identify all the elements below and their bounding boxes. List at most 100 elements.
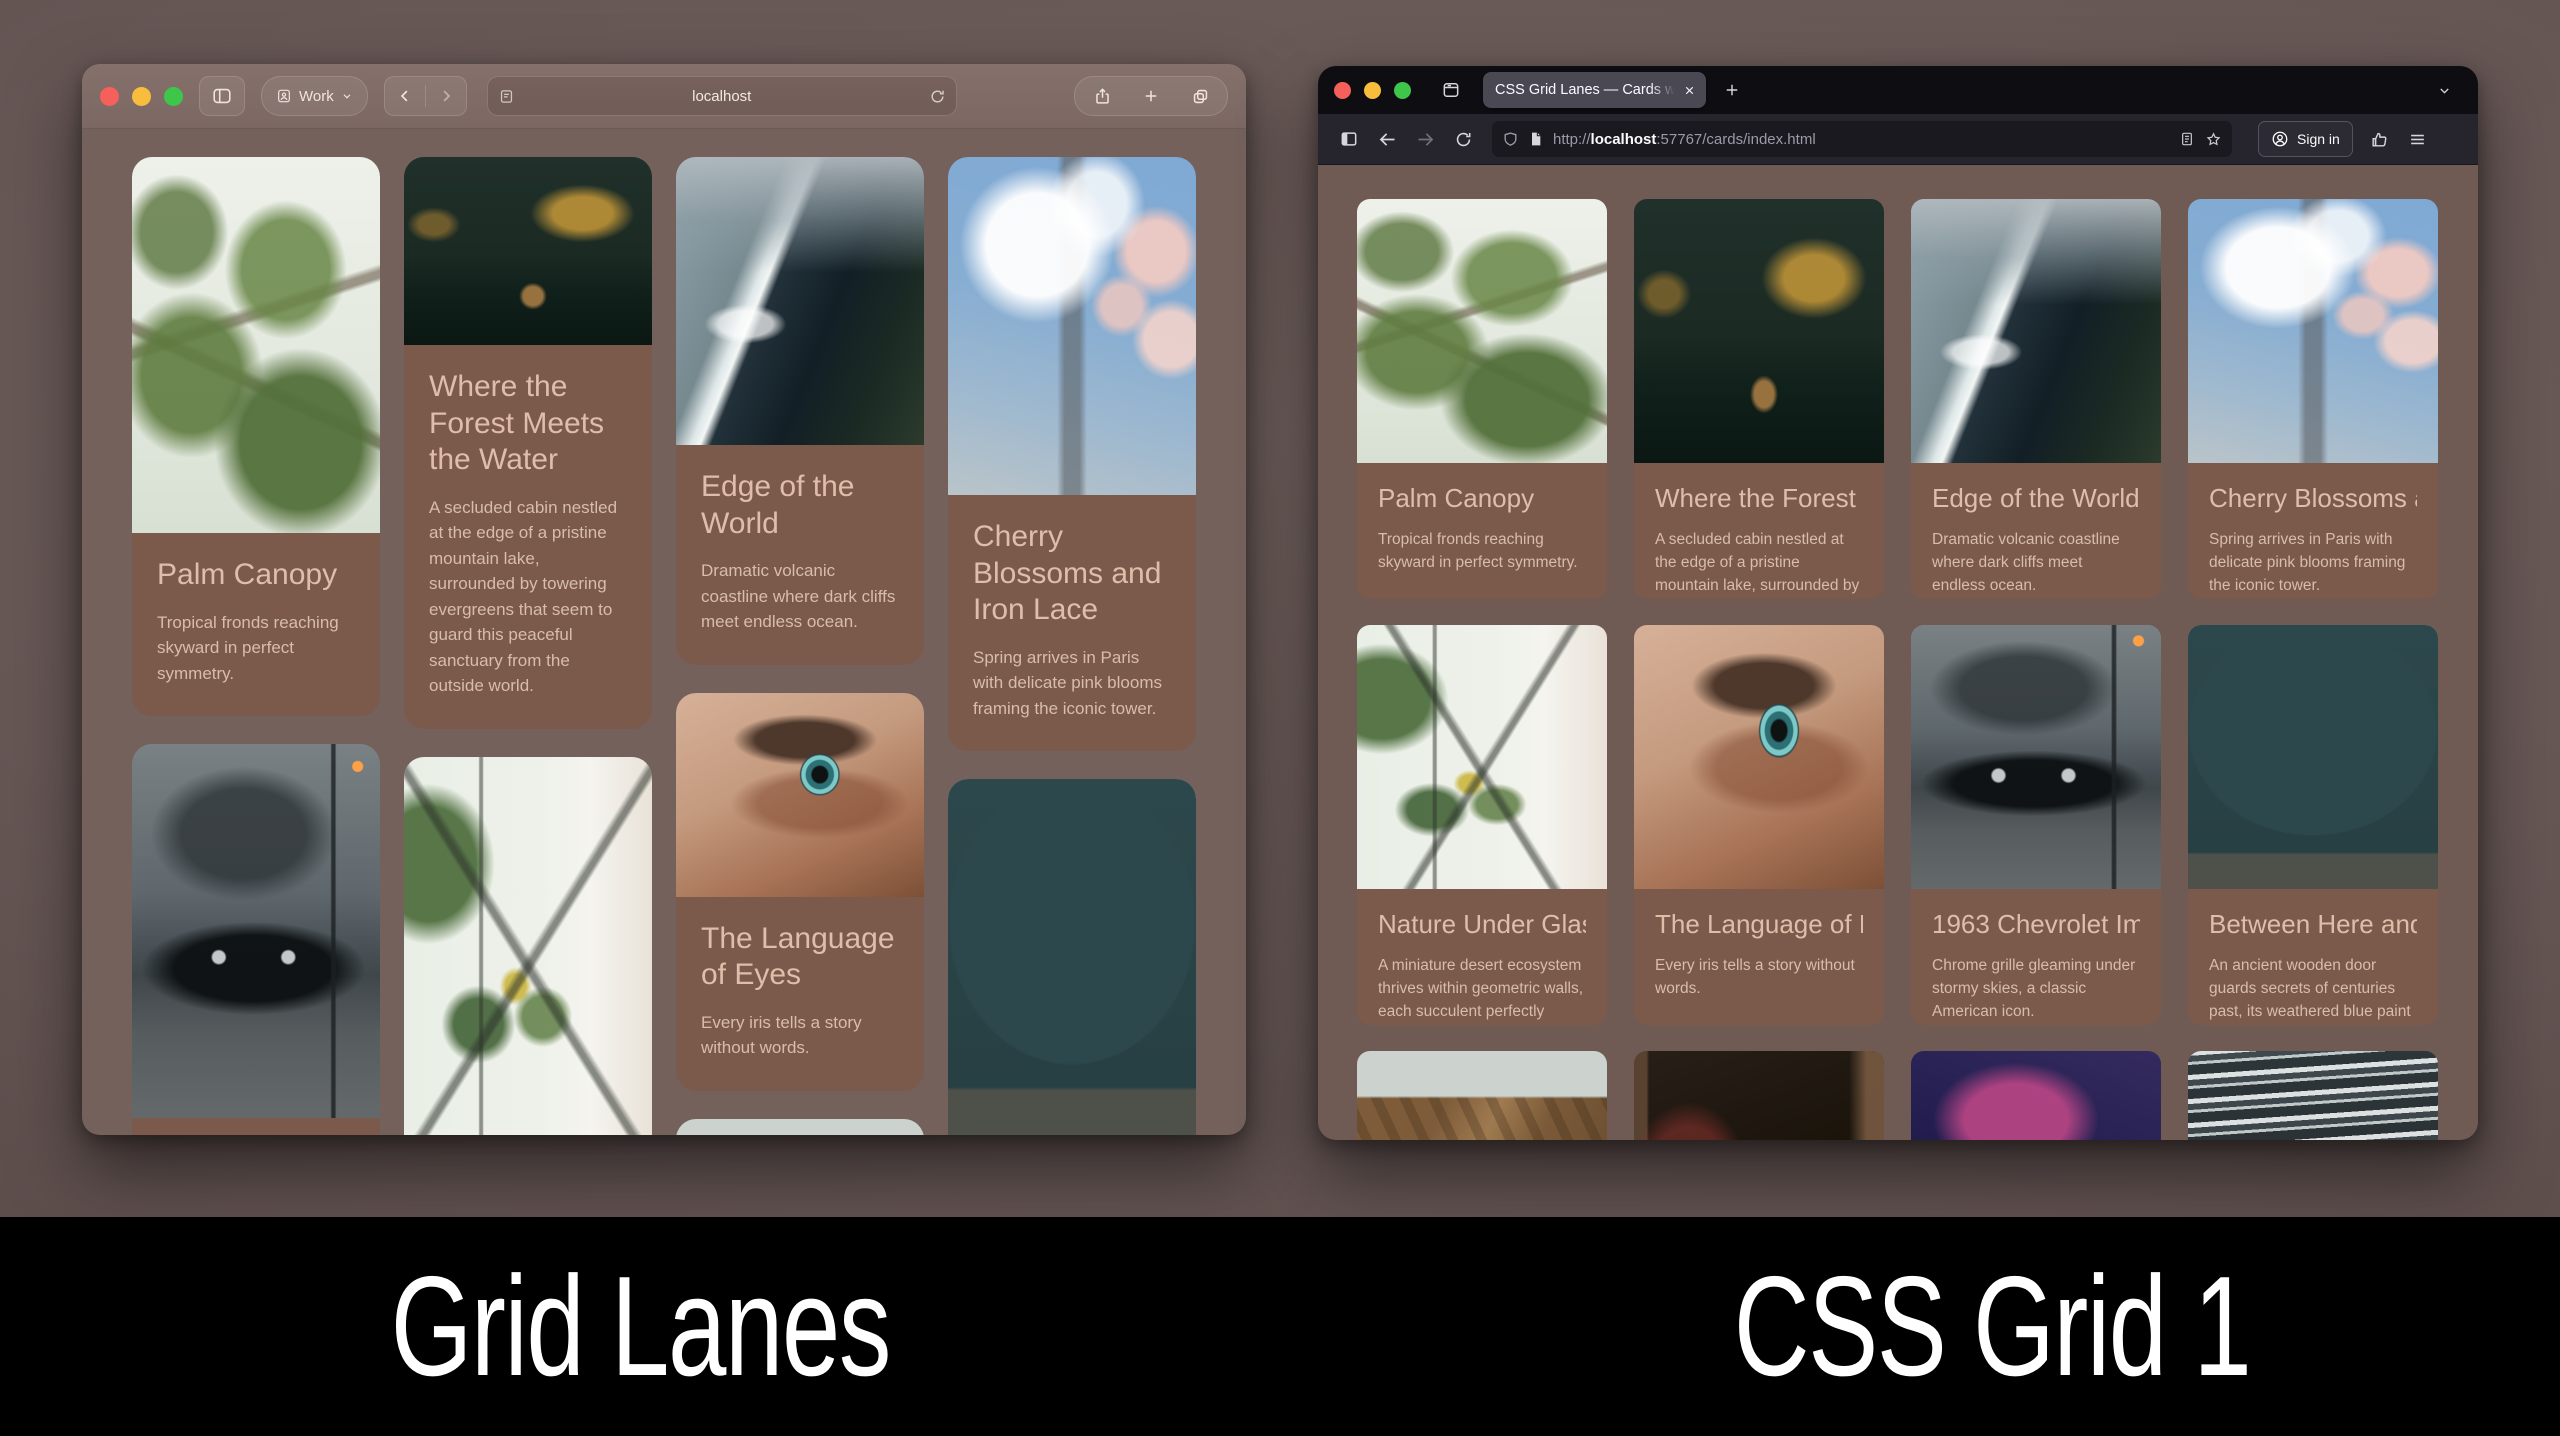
url-text: http://localhost:57767/cards/index.html (1553, 131, 2170, 148)
waterfall-photo (2188, 1051, 2438, 1140)
url-scheme: http:// (1553, 131, 1591, 148)
card-description: A secluded cabin nestled at the edge of … (1655, 529, 1863, 599)
eiffel-photo (948, 157, 1196, 495)
masonry-column: Palm Canopy Tropical fronds reaching sky… (132, 157, 380, 1135)
card-palm-canopy[interactable]: Palm Canopy Tropical fronds reaching sky… (1357, 199, 1607, 599)
zoom-window-button[interactable] (1394, 82, 1411, 99)
card-cherry-blossoms[interactable]: Cherry Blossoms a... Spring arrives in P… (2188, 199, 2438, 599)
shield-icon[interactable] (1502, 131, 1519, 148)
caption-grid-lanes: Grid Lanes (0, 1217, 1280, 1436)
sidebar-toggle-button[interactable] (1330, 122, 1368, 156)
reload-button[interactable] (1444, 122, 1482, 156)
sign-in-label: Sign in (2297, 131, 2340, 147)
card-description: Dramatic volcanic coastline where dark c… (701, 558, 899, 635)
account-icon (2271, 130, 2289, 148)
card-description: Spring arrives in Paris with delicate pi… (2209, 529, 2417, 598)
canyon-photo (1357, 1051, 1607, 1140)
masonry-column: Cherry Blossoms and Iron Lace Spring arr… (948, 157, 1196, 1135)
card-dog[interactable] (1634, 1051, 1884, 1140)
minimize-window-button[interactable] (1364, 82, 1381, 99)
eye-photo (1634, 625, 1884, 889)
card-edge-of-world[interactable]: Edge of the World Dramatic volcanic coas… (676, 157, 924, 665)
card-title: Cherry Blossoms a... (2209, 483, 2417, 515)
card-title: Cherry Blossoms and Iron Lace (973, 519, 1171, 629)
new-tab-button[interactable] (1130, 77, 1172, 115)
navigation-buttons (384, 76, 467, 116)
active-tab[interactable]: CSS Grid Lanes — Cards with fallba (1483, 72, 1706, 108)
new-tab-plus-icon (1142, 87, 1160, 105)
card-description: A secluded cabin nestled at the edge of … (429, 495, 627, 699)
card-between-here-and[interactable]: Between Here and ... An ancient wooden d… (2188, 625, 2438, 1025)
card-canyon[interactable] (1357, 1051, 1607, 1140)
page-info-icon[interactable] (1528, 131, 1544, 147)
door-photo (2188, 625, 2438, 889)
close-window-button[interactable] (1334, 82, 1351, 99)
bookmark-star-icon[interactable] (2205, 131, 2222, 148)
profile-button[interactable]: Work (261, 76, 368, 116)
firefox-view-button[interactable] (1433, 74, 1469, 106)
page-format-icon[interactable] (498, 88, 515, 105)
close-icon[interactable] (1683, 84, 1696, 97)
card-language-of-eyes[interactable]: The Language of Eyes Every iris tells a … (676, 693, 924, 1091)
safari-window: Work (82, 64, 1246, 1135)
firefox-window: CSS Grid Lanes — Cards with fallba (1318, 66, 2478, 1140)
card-cherry-blossoms[interactable]: Cherry Blossoms and Iron Lace Spring arr… (948, 157, 1196, 751)
card-chevrolet-impala[interactable]: 1963 Chevrolet Im... Chrome grille gleam… (1911, 625, 2161, 1025)
forward-icon (437, 87, 455, 105)
terrarium-photo (404, 757, 652, 1135)
caption-css-grid-1: CSS Grid 1 (1352, 1217, 2560, 1436)
close-window-button[interactable] (100, 87, 119, 106)
card-waterfall[interactable] (2188, 1051, 2438, 1140)
address-bar[interactable]: localhost (487, 76, 957, 116)
address-bar[interactable]: http://localhost:57767/cards/index.html (1492, 121, 2232, 157)
tab-title: CSS Grid Lanes — Cards with fallba (1495, 82, 1675, 98)
card-description: Every iris tells a story without words. (701, 1010, 899, 1061)
coastline-photo (676, 157, 924, 445)
url-path: :57767/cards/index.html (1656, 131, 1815, 148)
list-all-tabs-chevron-icon (2437, 83, 2452, 98)
forest-cabin-photo (1634, 199, 1884, 463)
door-photo (948, 779, 1196, 1135)
caption-bar: Grid Lanes CSS Grid 1 (0, 1217, 2560, 1436)
list-all-tabs-button[interactable] (2426, 74, 2462, 106)
sidebar-toggle-button[interactable] (199, 76, 245, 116)
back-button[interactable] (1368, 122, 1406, 156)
card-between-here-and[interactable]: Between Here and (948, 779, 1196, 1135)
menu-button[interactable] (2399, 122, 2437, 156)
card-palm-canopy[interactable]: Palm Canopy Tropical fronds reaching sky… (132, 157, 380, 716)
forward-button[interactable] (1406, 122, 1444, 156)
sign-in-button[interactable]: Sign in (2258, 121, 2353, 157)
card-description: Tropical fronds reaching skyward in perf… (157, 610, 355, 687)
card-canyon[interactable] (676, 1119, 924, 1135)
card-title: Where the Forest ... (1655, 483, 1863, 515)
card-title: Between Here and ... (2209, 909, 2417, 941)
palm-photo (132, 157, 380, 533)
card-forest-water[interactable]: Where the Forest ... A secluded cabin ne… (1634, 199, 1884, 599)
card-edge-of-world[interactable]: Edge of the World Dramatic volcanic coas… (1911, 199, 2161, 599)
terrarium-photo (1357, 625, 1607, 889)
share-button[interactable] (1081, 77, 1123, 115)
zoom-window-button[interactable] (164, 87, 183, 106)
forward-button[interactable] (426, 77, 466, 115)
card-language-of-eyes[interactable]: The Language of E... Every iris tells a … (1634, 625, 1884, 1025)
reload-icon[interactable] (929, 88, 946, 105)
card-forest-water[interactable]: Where the Forest Meets the Water A seclu… (404, 157, 652, 729)
card-nature-under-glass[interactable]: Nature Under Glass A miniature desert ec… (1357, 625, 1607, 1025)
card-description: Dramatic volcanic coastline where dark c… (1932, 529, 2140, 598)
new-tab-button[interactable] (1714, 74, 1750, 106)
firefox-toolbar: http://localhost:57767/cards/index.html … (1318, 114, 2478, 165)
back-button[interactable] (385, 77, 425, 115)
card-nature-under-glass[interactable]: Nature Under Glass A miniature desert ec… (404, 757, 652, 1135)
thumbs-up-button[interactable] (2361, 122, 2399, 156)
forward-icon (1415, 129, 1436, 150)
profile-person-icon (276, 88, 292, 104)
night-sky-photo (1911, 1051, 2161, 1140)
card-description: An ancient wooden door guards secrets of… (2209, 955, 2417, 1025)
minimize-window-button[interactable] (132, 87, 151, 106)
card-title: Palm Canopy (1378, 483, 1586, 515)
card-night-sky[interactable] (1911, 1051, 2161, 1140)
reader-mode-icon[interactable] (2179, 131, 2195, 147)
card-chevrolet-impala[interactable]: 1963 Chevrolet Impala (132, 744, 380, 1135)
tab-overview-button[interactable] (1179, 77, 1221, 115)
address-text: localhost (692, 88, 751, 105)
